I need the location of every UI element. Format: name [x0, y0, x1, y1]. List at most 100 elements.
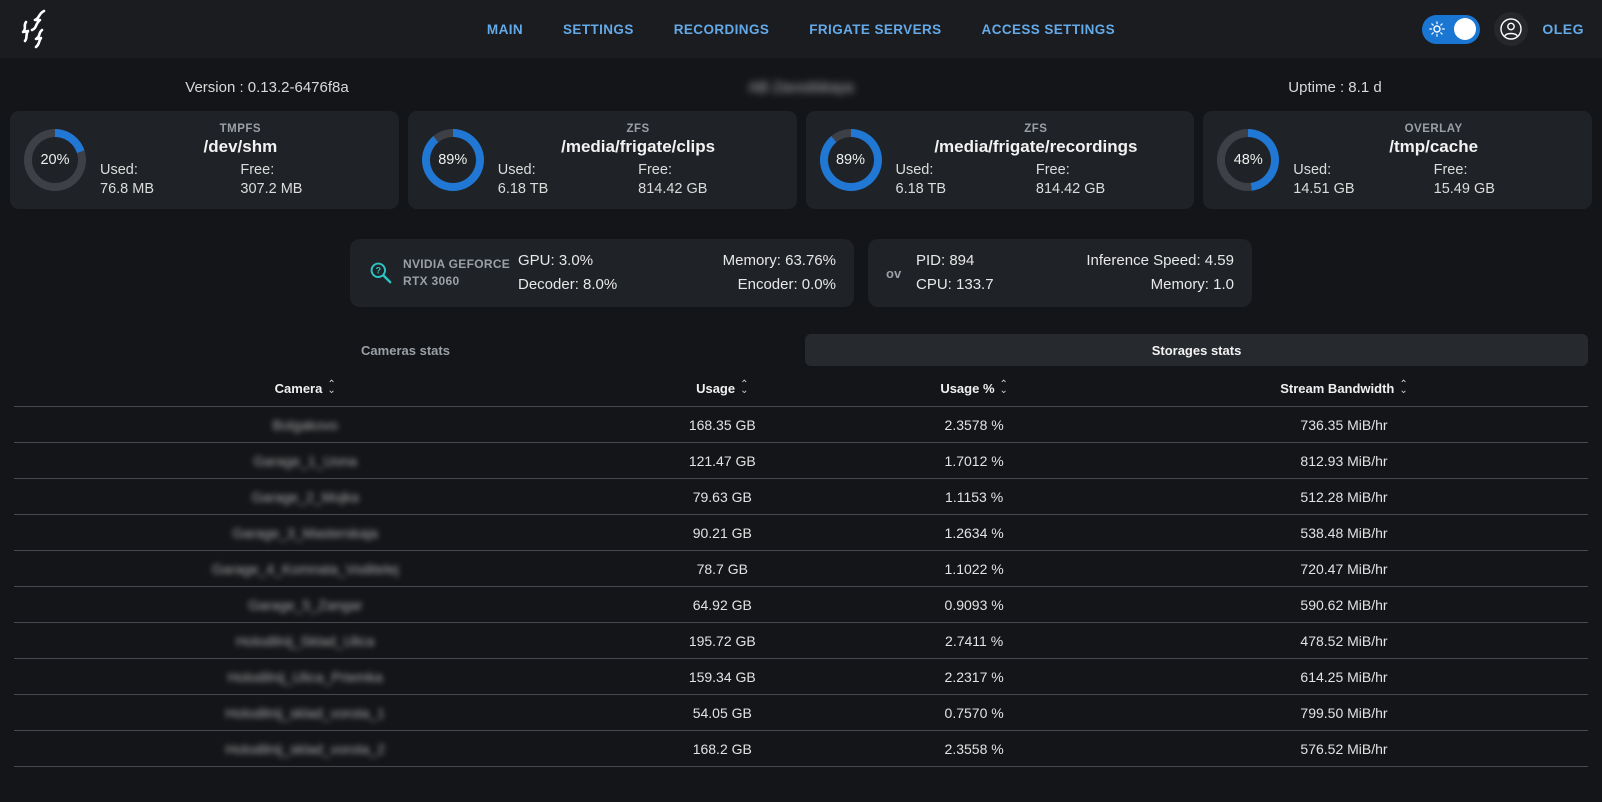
usage-cell: 168.35 GB — [596, 417, 848, 433]
usage-cell: 121.47 GB — [596, 453, 848, 469]
bandwidth-cell: 512.28 MiB/hr — [1100, 489, 1588, 505]
nav-links: MAIN SETTINGS RECORDINGS FRIGATE SERVERS… — [487, 22, 1115, 37]
used-label: Used: — [100, 162, 240, 178]
donut-percent-label: 20% — [32, 137, 78, 183]
uptime-label: Uptime : 8.1 d — [1068, 79, 1602, 96]
detector-pid-value: PID: 894 — [916, 249, 1075, 273]
used-value: 6.18 TB — [498, 181, 638, 197]
usage-percent-cell: 2.2317 % — [848, 669, 1100, 685]
bandwidth-cell: 736.35 MiB/hr — [1100, 417, 1588, 433]
table-row: Garage_3_Masterskaja90.21 GB1.2634 %538.… — [14, 514, 1588, 550]
version-label: Version : 0.13.2-6476f8a — [0, 79, 534, 96]
column-header-stream-bandwidth[interactable]: Stream Bandwidth ⌃⌄ — [1100, 381, 1588, 396]
camera-name-cell: Holodilnij_sklad_vorota_1 — [14, 705, 596, 721]
usage-donut-chart: 48% — [1217, 129, 1279, 191]
svg-text:?: ? — [375, 266, 381, 276]
tab-storages-stats[interactable]: Storages stats — [805, 334, 1588, 366]
gpu-metrics-right: Memory: 63.76% Encoder: 0.0% — [677, 249, 836, 297]
frigate-logo-icon[interactable] — [14, 8, 60, 50]
fs-type-label: ZFS — [892, 123, 1181, 135]
username-label[interactable]: OLEG — [1542, 21, 1584, 37]
gpu-memory-value: Memory: 63.76% — [677, 249, 836, 273]
fs-type-label: ZFS — [494, 123, 783, 135]
camera-name-cell: Garage_2_Mojka — [14, 489, 596, 505]
bandwidth-cell: 614.25 MiB/hr — [1100, 669, 1588, 685]
usage-cell: 79.63 GB — [596, 489, 848, 505]
camera-name-cell: Garage_5_Zangar — [14, 597, 596, 613]
sort-icon: ⌃⌄ — [327, 382, 335, 394]
gpu-name-label: NVIDIA GEFORCE RTX 3060 — [403, 256, 510, 290]
used-label: Used: — [498, 162, 638, 178]
used-label: Used: — [896, 162, 1036, 178]
usage-percent-cell: 1.7012 % — [848, 453, 1100, 469]
storage-card-recordings: 89% ZFS /media/frigate/recordings Used: … — [806, 111, 1195, 209]
usage-percent-cell: 2.7411 % — [848, 633, 1100, 649]
tab-cameras-stats[interactable]: Cameras stats — [14, 334, 797, 366]
free-value: 15.49 GB — [1434, 181, 1574, 197]
nav-item-recordings[interactable]: RECORDINGS — [674, 22, 770, 37]
gpu-metrics-left: GPU: 3.0% Decoder: 8.0% — [518, 249, 677, 297]
camera-name-cell: Garage_1_Uona — [14, 453, 596, 469]
fs-type-label: TMPFS — [96, 123, 385, 135]
free-value: 307.2 MB — [240, 181, 380, 197]
usage-cell: 78.7 GB — [596, 561, 848, 577]
camera-name-cell: Garage_3_Masterskaja — [14, 525, 596, 541]
server-title-blurred: AB Zavodskaya — [534, 79, 1068, 96]
table-row: Bolgakovo168.35 GB2.3578 %736.35 MiB/hr — [14, 406, 1588, 442]
free-label: Free: — [240, 162, 380, 178]
top-navbar: MAIN SETTINGS RECORDINGS FRIGATE SERVERS… — [0, 0, 1602, 58]
free-label: Free: — [1036, 162, 1176, 178]
usage-cell: 90.21 GB — [596, 525, 848, 541]
camera-name-cell: Holodilnij_Ulica_Priemka — [14, 669, 596, 685]
gpu-encoder-value: Encoder: 0.0% — [677, 273, 836, 297]
usage-percent-cell: 2.3558 % — [848, 741, 1100, 757]
process-cards-row: ? NVIDIA GEFORCE RTX 3060 GPU: 3.0% Deco… — [0, 239, 1602, 307]
sort-icon: ⌃⌄ — [1000, 382, 1008, 394]
sort-icon: ⌃⌄ — [740, 382, 748, 394]
camera-name-cell: Garage_4_Komnata_Voditelej — [14, 561, 596, 577]
bandwidth-cell: 799.50 MiB/hr — [1100, 705, 1588, 721]
mount-path: /media/frigate/clips — [494, 137, 783, 157]
donut-percent-label: 89% — [828, 137, 874, 183]
user-icon — [1499, 17, 1523, 41]
camera-name-cell: Holodilnij_sklad_vorota_2 — [14, 741, 596, 757]
storage-table-body: Bolgakovo168.35 GB2.3578 %736.35 MiB/hrG… — [14, 406, 1588, 767]
table-row: Garage_4_Komnata_Voditelej78.7 GB1.1022 … — [14, 550, 1588, 586]
bandwidth-cell: 720.47 MiB/hr — [1100, 561, 1588, 577]
table-row: Garage_2_Mojka79.63 GB1.1153 %512.28 MiB… — [14, 478, 1588, 514]
user-avatar[interactable] — [1494, 12, 1528, 46]
detector-name-label: ov — [886, 266, 916, 281]
used-value: 6.18 TB — [896, 181, 1036, 197]
storage-card-clips: 89% ZFS /media/frigate/clips Used: Free:… — [408, 111, 797, 209]
nav-right-controls: OLEG — [1422, 0, 1584, 58]
table-row: Garage_5_Zangar64.92 GB0.9093 %590.62 Mi… — [14, 586, 1588, 622]
gpu-search-icon: ? — [368, 260, 394, 286]
used-label: Used: — [1293, 162, 1433, 178]
table-row: Holodilnij_Sklad_Ulica195.72 GB2.7411 %4… — [14, 622, 1588, 658]
free-label: Free: — [1434, 162, 1574, 178]
camera-name-cell: Holodilnij_Sklad_Ulica — [14, 633, 596, 649]
column-header-usage-percent[interactable]: Usage % ⌃⌄ — [848, 381, 1100, 396]
donut-percent-label: 89% — [430, 137, 476, 183]
storage-cards-row: 20% TMPFS /dev/shm Used: Free: 76.8 MB 3… — [10, 111, 1592, 209]
table-row: Garage_1_Uona121.47 GB1.7012 %812.93 MiB… — [14, 442, 1588, 478]
storages-stats-table: Camera ⌃⌄ Usage ⌃⌄ Usage % ⌃⌄ Stream Ban… — [14, 370, 1588, 767]
nav-item-settings[interactable]: SETTINGS — [563, 22, 634, 37]
nav-item-main[interactable]: MAIN — [487, 22, 523, 37]
table-header-row: Camera ⌃⌄ Usage ⌃⌄ Usage % ⌃⌄ Stream Ban… — [14, 370, 1588, 406]
bandwidth-cell: 576.52 MiB/hr — [1100, 741, 1588, 757]
detector-memory-value: Memory: 1.0 — [1075, 273, 1234, 297]
bandwidth-cell: 538.48 MiB/hr — [1100, 525, 1588, 541]
usage-donut-chart: 89% — [820, 129, 882, 191]
nav-item-frigate-servers[interactable]: FRIGATE SERVERS — [809, 22, 941, 37]
column-header-camera[interactable]: Camera ⌃⌄ — [14, 381, 596, 396]
free-value: 814.42 GB — [638, 181, 778, 197]
sun-icon — [1429, 21, 1445, 37]
info-row: Version : 0.13.2-6476f8a AB Zavodskaya U… — [0, 79, 1602, 96]
column-header-usage[interactable]: Usage ⌃⌄ — [596, 381, 848, 396]
nav-item-access-settings[interactable]: ACCESS SETTINGS — [982, 22, 1116, 37]
donut-percent-label: 48% — [1225, 137, 1271, 183]
theme-toggle[interactable] — [1422, 15, 1480, 44]
storage-card-tmpfs: 20% TMPFS /dev/shm Used: Free: 76.8 MB 3… — [10, 111, 399, 209]
detector-metrics-right: Inference Speed: 4.59 Memory: 1.0 — [1075, 249, 1234, 297]
